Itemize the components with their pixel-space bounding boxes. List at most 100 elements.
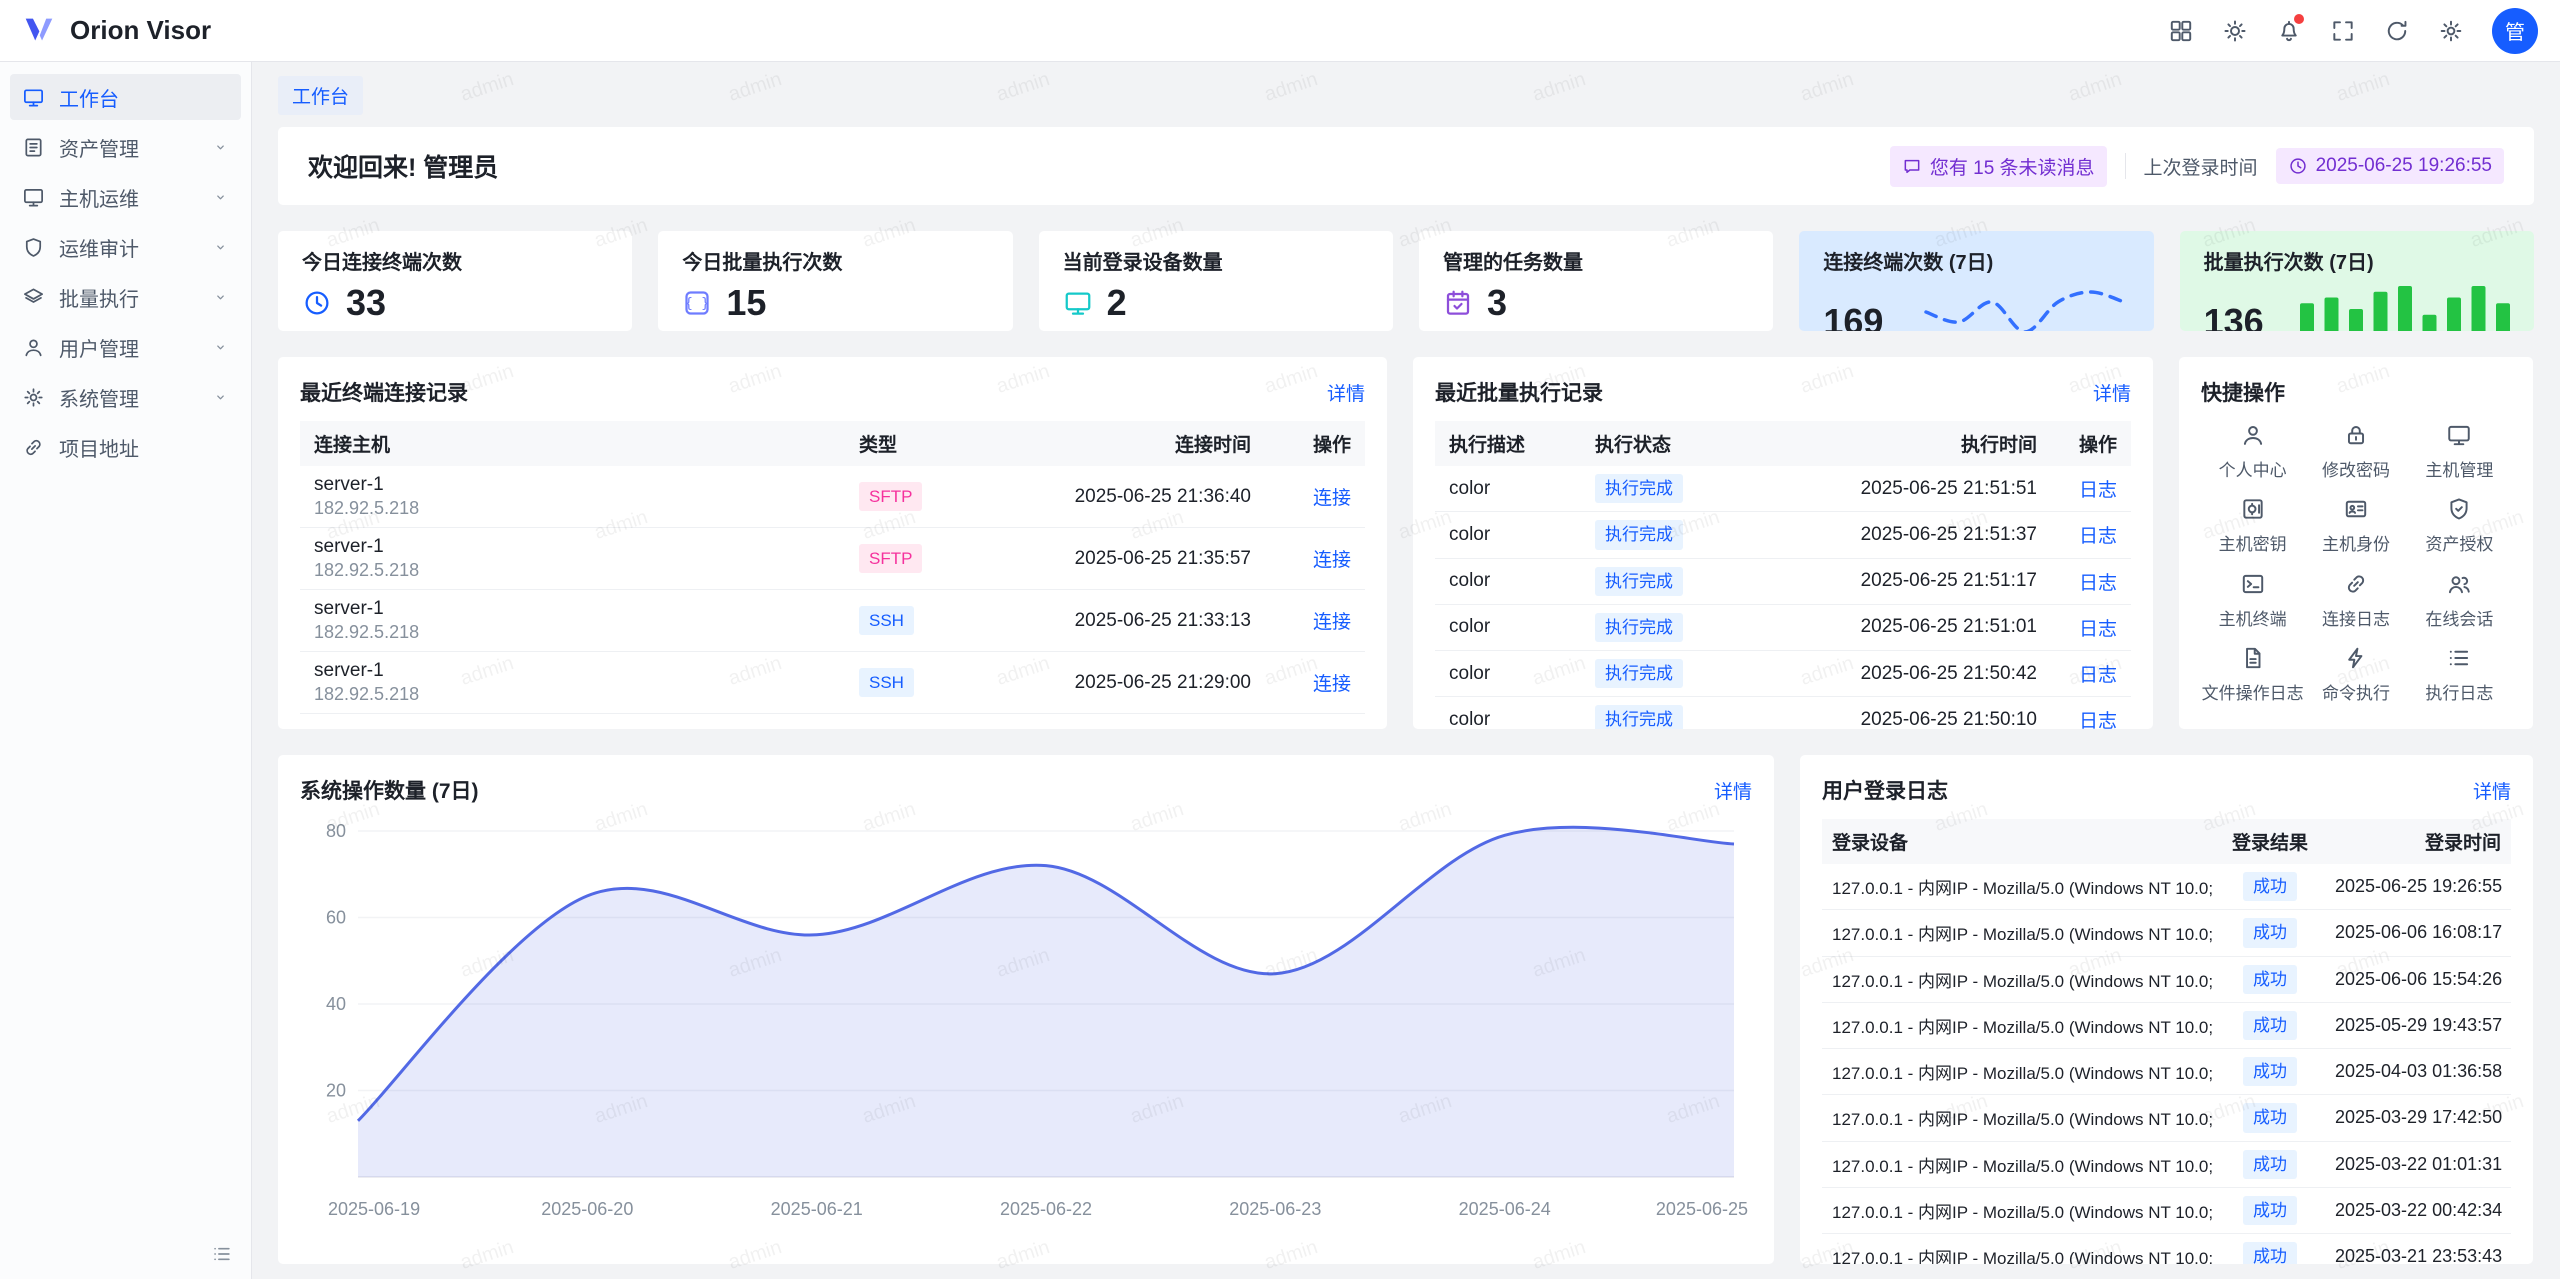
stat-value: 15 xyxy=(726,285,766,321)
quick-action-9[interactable]: 文件操作日志 xyxy=(2201,645,2304,704)
shield-icon xyxy=(2446,496,2472,522)
column-header: 登录结果 xyxy=(2215,819,2325,864)
type-badge: SFTP xyxy=(859,544,922,573)
quick-action-11[interactable]: 执行日志 xyxy=(2408,645,2511,704)
link-icon xyxy=(2343,571,2369,597)
middle-row: 最近终端连接记录 详情 连接主机类型连接时间操作 server-1182.92.… xyxy=(278,357,2534,729)
refresh-button[interactable] xyxy=(2374,8,2420,54)
chart-detail-link[interactable]: 详情 xyxy=(1714,777,1752,804)
type-badge: SSH xyxy=(859,606,914,635)
quick-action-3[interactable]: 主机密钥 xyxy=(2201,496,2304,555)
login-device: 127.0.0.1 - 内网IP - Mozilla/5.0 (Windows … xyxy=(1822,864,2215,910)
quick-action-6[interactable]: 主机终端 xyxy=(2201,571,2304,630)
log-link[interactable]: 日志 xyxy=(2079,573,2117,594)
quick-action-8[interactable]: 在线会话 xyxy=(2408,571,2511,630)
batch-icon xyxy=(22,286,45,309)
audit-icon xyxy=(22,236,45,259)
quick-action-label: 主机管理 xyxy=(2425,456,2493,481)
list-icon xyxy=(211,1243,233,1265)
table-row: color执行完成2025-06-25 21:51:01日志 xyxy=(1435,604,2131,650)
file-icon xyxy=(2240,645,2266,671)
sidebar-item-0[interactable]: 工作台 xyxy=(10,74,241,120)
status-badge: 执行完成 xyxy=(1595,613,1683,642)
connect-link[interactable]: 连接 xyxy=(1313,612,1351,633)
sidebar-item-7[interactable]: 项目地址 xyxy=(10,424,241,470)
sidebar-item-4[interactable]: 批量执行 xyxy=(10,274,241,320)
login-device: 127.0.0.1 - 内网IP - Mozilla/5.0 (Windows … xyxy=(1822,1002,2215,1048)
result-badge: 成功 xyxy=(2243,1242,2297,1264)
chevron-down-icon xyxy=(212,139,229,156)
stat-label: 今日批量执行次数 xyxy=(682,246,988,275)
login-detail-link[interactable]: 详情 xyxy=(2473,777,2511,804)
message-icon xyxy=(1902,156,1922,176)
sidebar-collapse-button[interactable] xyxy=(207,1239,237,1269)
quick-action-0[interactable]: 个人中心 xyxy=(2201,422,2304,481)
log-link[interactable]: 日志 xyxy=(2079,711,2117,729)
log-link[interactable]: 日志 xyxy=(2079,619,2117,640)
batch-table-head: 执行描述执行状态执行时间操作 xyxy=(1435,421,2131,466)
login-device: 127.0.0.1 - 内网IP - Mozilla/5.0 (Windows … xyxy=(1822,1141,2215,1187)
column-header: 连接时间 xyxy=(985,421,1265,466)
exec-desc: color xyxy=(1435,697,1581,729)
sidebar-item-5[interactable]: 用户管理 xyxy=(10,324,241,370)
brand[interactable]: Orion Visor xyxy=(20,12,211,50)
table-row: server-1182.92.5.218SSH2025-06-25 21:33:… xyxy=(300,590,1365,652)
sun-icon xyxy=(2222,18,2248,44)
batch-detail-link[interactable]: 详情 xyxy=(2093,379,2131,406)
quick-actions-card: 快捷操作 个人中心修改密码主机管理主机密钥主机身份资产授权主机终端连接日志在线会… xyxy=(2179,357,2533,729)
quick-action-7[interactable]: 连接日志 xyxy=(2304,571,2407,630)
quick-action-4[interactable]: 主机身份 xyxy=(2304,496,2407,555)
quick-action-2[interactable]: 主机管理 xyxy=(2408,422,2511,481)
overview-button[interactable] xyxy=(2158,8,2204,54)
table-row: server-1182.92.5.218SSH2025-06-25 21:29:… xyxy=(300,652,1365,714)
log-link[interactable]: 日志 xyxy=(2079,665,2117,686)
host-icon xyxy=(22,186,45,209)
connect-link[interactable]: 连接 xyxy=(1313,488,1351,509)
log-link[interactable]: 日志 xyxy=(2079,526,2117,547)
terminal-detail-link[interactable]: 详情 xyxy=(1327,379,1365,406)
user-avatar[interactable]: 管 xyxy=(2492,8,2538,54)
braces-icon: { } xyxy=(682,288,712,318)
notifications-button[interactable] xyxy=(2266,8,2312,54)
quick-action-5[interactable]: 资产授权 xyxy=(2408,496,2511,555)
svg-text:20: 20 xyxy=(326,1081,346,1101)
settings-button[interactable] xyxy=(2428,8,2474,54)
connect-link[interactable]: 连接 xyxy=(1313,674,1351,695)
user-icon xyxy=(22,336,45,359)
exec-time: 2025-06-25 21:51:01 xyxy=(1771,604,2051,650)
svg-text:2025-06-22: 2025-06-22 xyxy=(1000,1199,1092,1219)
message-icon xyxy=(1902,156,1922,176)
list-icon xyxy=(2446,645,2472,671)
stat-card-2: 当前登录设备数量2 xyxy=(1039,231,1393,331)
result-badge: 成功 xyxy=(2243,1196,2297,1225)
login-time: 2025-06-06 16:08:17 xyxy=(2325,910,2511,956)
host-ip: 182.92.5.218 xyxy=(314,498,831,519)
breadcrumb-item-workbench[interactable]: 工作台 xyxy=(278,76,363,115)
login-device: 127.0.0.1 - 内网IP - Mozilla/5.0 (Windows … xyxy=(1822,910,2215,956)
table-row: 127.0.0.1 - 内网IP - Mozilla/5.0 (Windows … xyxy=(1822,1095,2511,1141)
host-ip: 182.92.5.218 xyxy=(314,560,831,581)
connect-link[interactable]: 连接 xyxy=(1313,550,1351,571)
theme-toggle-button[interactable] xyxy=(2212,8,2258,54)
table-row: color执行完成2025-06-25 21:51:37日志 xyxy=(1435,512,2131,558)
unread-messages-badge[interactable]: 您有 15 条未读消息 xyxy=(1890,146,2107,187)
quick-action-10[interactable]: 命令执行 xyxy=(2304,645,2407,704)
host-ip: 182.92.5.218 xyxy=(314,622,831,643)
quick-action-1[interactable]: 修改密码 xyxy=(2304,422,2407,481)
fullscreen-icon xyxy=(2330,18,2356,44)
status-badge: 执行完成 xyxy=(1595,567,1683,596)
log-link[interactable]: 日志 xyxy=(2079,480,2117,501)
connect-time: 2025-06-25 21:29:00 xyxy=(985,652,1265,714)
braces-icon: { } xyxy=(682,288,712,318)
fullscreen-button[interactable] xyxy=(2320,8,2366,54)
svg-text:2025-06-21: 2025-06-21 xyxy=(771,1199,863,1219)
sidebar-item-1[interactable]: 资产管理 xyxy=(10,124,241,170)
sidebar-item-2[interactable]: 主机运维 xyxy=(10,174,241,220)
sidebar-item-3[interactable]: 运维审计 xyxy=(10,224,241,270)
task-icon xyxy=(1443,288,1473,318)
sidebar-item-6[interactable]: 系统管理 xyxy=(10,374,241,420)
stat-value: 2 xyxy=(1107,285,1127,321)
svg-text:80: 80 xyxy=(326,821,346,841)
batch-records-card: 最近批量执行记录 详情 执行描述执行状态执行时间操作 color执行完成2025… xyxy=(1413,357,2153,729)
table-row: server-1182.92.5.218SFTP2025-06-25 21:36… xyxy=(300,466,1365,528)
